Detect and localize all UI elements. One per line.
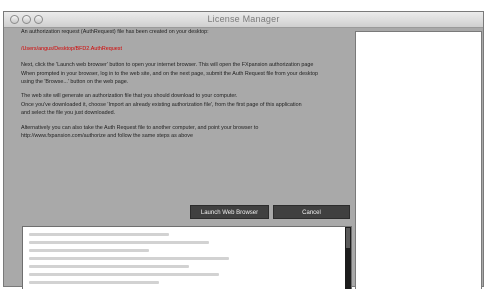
window-title: License Manager xyxy=(207,14,280,24)
license-manager-window: License Manager An authorization request… xyxy=(3,11,484,289)
log-scrollbar[interactable] xyxy=(345,227,351,289)
alternative-line: Alternatively you can also take the Auth… xyxy=(21,124,259,131)
instruction-line: When prompted in your browser, log in to… xyxy=(21,70,318,77)
instruction-line: and select the file you just downloaded. xyxy=(21,110,116,117)
instruction-line: Once you've downloaded it, choose 'Impor… xyxy=(21,101,302,108)
log-line xyxy=(29,249,149,252)
log-line xyxy=(29,241,209,244)
log-line xyxy=(29,257,229,260)
log-line xyxy=(29,281,159,284)
side-panel xyxy=(355,31,482,289)
log-line xyxy=(29,265,189,268)
instruction-line: Next, click the 'Launch web browser' but… xyxy=(21,62,314,69)
log-line xyxy=(29,233,169,236)
authrequest-file-path: /Users/angus/Desktop/BFD2.AuthRequest xyxy=(21,45,122,52)
cancel-button[interactable]: Cancel xyxy=(273,205,350,219)
log-area[interactable] xyxy=(22,226,352,289)
instruction-line: The web site will generate an authorizat… xyxy=(21,92,238,99)
log-scroll-thumb[interactable] xyxy=(346,228,350,248)
instructions-text: An authorization request (AuthRequest) f… xyxy=(21,28,351,141)
launch-web-browser-button[interactable]: Launch Web Browser xyxy=(190,205,269,219)
alternative-line: http://www.fxpansion.com/authorize and f… xyxy=(21,133,193,140)
title-bar: License Manager xyxy=(4,12,483,28)
intro-line: An authorization request (AuthRequest) f… xyxy=(21,29,209,35)
log-line xyxy=(29,273,219,276)
instruction-line: using the 'Browse...' button on the web … xyxy=(21,79,129,86)
